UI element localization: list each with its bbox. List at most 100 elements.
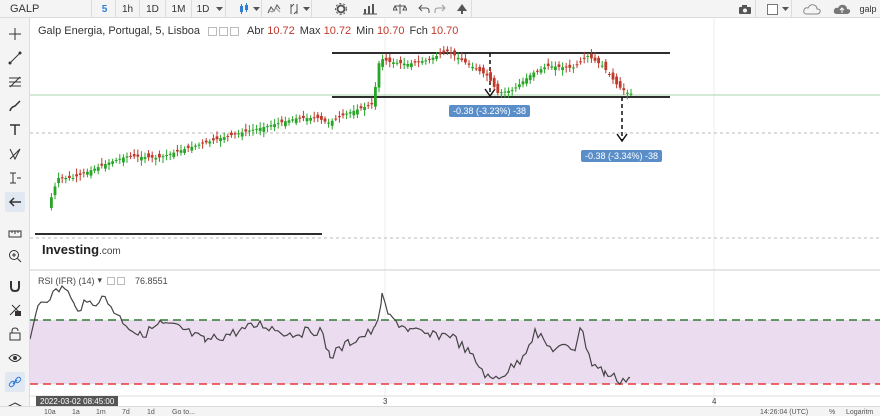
- candle-body: [294, 118, 298, 124]
- drawing-toolbar: [0, 18, 30, 416]
- range-1d-button[interactable]: 1d: [147, 407, 155, 416]
- pattern-icon[interactable]: [5, 144, 25, 164]
- candle-body: [471, 66, 474, 69]
- range-10y-button[interactable]: 10a: [44, 407, 56, 416]
- candle-body: [57, 178, 60, 184]
- indicators-icon[interactable]: [264, 0, 284, 18]
- gear-icon[interactable]: [332, 0, 350, 18]
- rsi-band: [30, 320, 880, 384]
- interval-1h-button[interactable]: 1h: [116, 0, 140, 18]
- candle-body: [536, 70, 539, 72]
- rsi-title: RSI (IFR) (14): [38, 275, 95, 286]
- candle-body: [64, 178, 68, 180]
- cloud-upload-icon[interactable]: [830, 0, 854, 18]
- interval-dropdown[interactable]: 1D: [192, 0, 214, 18]
- measure-label-first[interactable]: -0.38 (-3.23%) -38: [449, 105, 531, 117]
- range-1m-button[interactable]: 1m: [96, 407, 106, 416]
- legend-value: 10.70: [376, 25, 405, 37]
- candle-body: [528, 75, 532, 81]
- range-7d-button[interactable]: 7d: [122, 407, 130, 416]
- text-tool-icon[interactable]: [5, 120, 25, 140]
- candle-body: [604, 61, 608, 70]
- candle-body: [597, 57, 600, 64]
- candle-body: [107, 162, 111, 165]
- cloud-icon[interactable]: [800, 0, 824, 18]
- candle-body: [356, 109, 359, 115]
- rsi-legend-controls[interactable]: [107, 276, 127, 285]
- templates-icon[interactable]: [360, 0, 380, 18]
- candle-body: [474, 68, 478, 70]
- user-label-text: galp: [859, 4, 877, 14]
- ruler-icon[interactable]: [5, 222, 25, 242]
- candle-body: [266, 126, 269, 128]
- candle-body: [291, 119, 294, 121]
- compare-icon[interactable]: [286, 0, 302, 18]
- link-icon[interactable]: [5, 372, 25, 392]
- candle-body: [147, 153, 150, 158]
- lock-drawing-icon[interactable]: [5, 300, 25, 320]
- undo-icon[interactable]: [416, 0, 432, 18]
- chevron-down-icon[interactable]: [780, 0, 792, 18]
- candle-body: [176, 149, 179, 152]
- chevron-down-icon[interactable]: [302, 0, 312, 18]
- candle-body: [582, 57, 586, 59]
- prediction-icon[interactable]: [5, 168, 25, 188]
- trend-line-icon[interactable]: [5, 48, 25, 68]
- chevron-down-icon[interactable]: [252, 0, 262, 18]
- candle-body: [204, 140, 208, 143]
- candle-body: [190, 146, 194, 151]
- series-legend: Galp Energia, Portugal, 5, Lisboa Abr 10…: [38, 25, 463, 37]
- legend-close: Fch 10.70: [409, 25, 458, 37]
- candle-body: [600, 65, 604, 67]
- balance-icon[interactable]: [390, 0, 410, 18]
- candle-body: [86, 171, 89, 175]
- zoom-in-icon[interactable]: [5, 246, 25, 266]
- candle-body: [212, 138, 215, 141]
- magnet-icon[interactable]: [5, 276, 25, 296]
- eye-icon[interactable]: [5, 348, 25, 368]
- candle-body: [410, 63, 413, 68]
- candle-body: [82, 172, 86, 174]
- price-chart[interactable]: [30, 18, 880, 408]
- candle-body: [179, 150, 183, 153]
- candle-body: [114, 160, 118, 162]
- fib-retracement-icon[interactable]: [5, 72, 25, 92]
- chart-area[interactable]: Galp Energia, Portugal, 5, Lisboa Abr 10…: [30, 18, 880, 408]
- candle-body: [93, 168, 96, 171]
- interval-label: 1h: [121, 3, 134, 15]
- user-label[interactable]: galp: [856, 0, 880, 18]
- crosshair-icon[interactable]: [5, 24, 25, 44]
- chart-application: GALP 5 1h 1D 1M 1D galp Galp Energia, Po…: [0, 0, 880, 416]
- chevron-down-icon[interactable]: [214, 0, 226, 18]
- layout-icon[interactable]: [764, 0, 780, 18]
- camera-icon[interactable]: [734, 0, 756, 18]
- percent-toggle[interactable]: %: [829, 407, 835, 416]
- interval-1m-button[interactable]: 1M: [166, 0, 192, 18]
- chevron-down-icon[interactable]: ▾: [98, 275, 103, 286]
- candle-body: [608, 73, 611, 75]
- candle-body: [50, 197, 53, 208]
- legend-key: Min: [356, 25, 374, 37]
- goto-button[interactable]: Go to...: [172, 407, 195, 416]
- publish-icon[interactable]: [452, 0, 472, 18]
- arrow-left-icon[interactable]: [5, 192, 25, 212]
- range-1y-button[interactable]: 1a: [72, 407, 80, 416]
- candle-body: [100, 163, 104, 166]
- redo-icon[interactable]: [432, 0, 448, 18]
- interval-5-button[interactable]: 5: [94, 0, 116, 18]
- interval-1d-button[interactable]: 1D: [140, 0, 166, 18]
- legend-controls[interactable]: [208, 26, 241, 36]
- brush-icon[interactable]: [5, 96, 25, 116]
- symbol-search[interactable]: GALP: [0, 0, 92, 18]
- candle-body: [280, 119, 284, 123]
- log-toggle[interactable]: Logaritm: [846, 407, 873, 416]
- candles-style-icon[interactable]: [236, 0, 252, 18]
- candle-body: [435, 56, 438, 59]
- candle-body: [550, 66, 554, 68]
- candle-body: [392, 62, 395, 64]
- lock-icon[interactable]: [5, 324, 25, 344]
- measure-label-second[interactable]: -0.38 (-3.34%) -38: [581, 150, 663, 162]
- interval-label: 1D: [196, 3, 210, 15]
- candle-body: [183, 149, 186, 153]
- legend-key: Abr: [247, 25, 265, 37]
